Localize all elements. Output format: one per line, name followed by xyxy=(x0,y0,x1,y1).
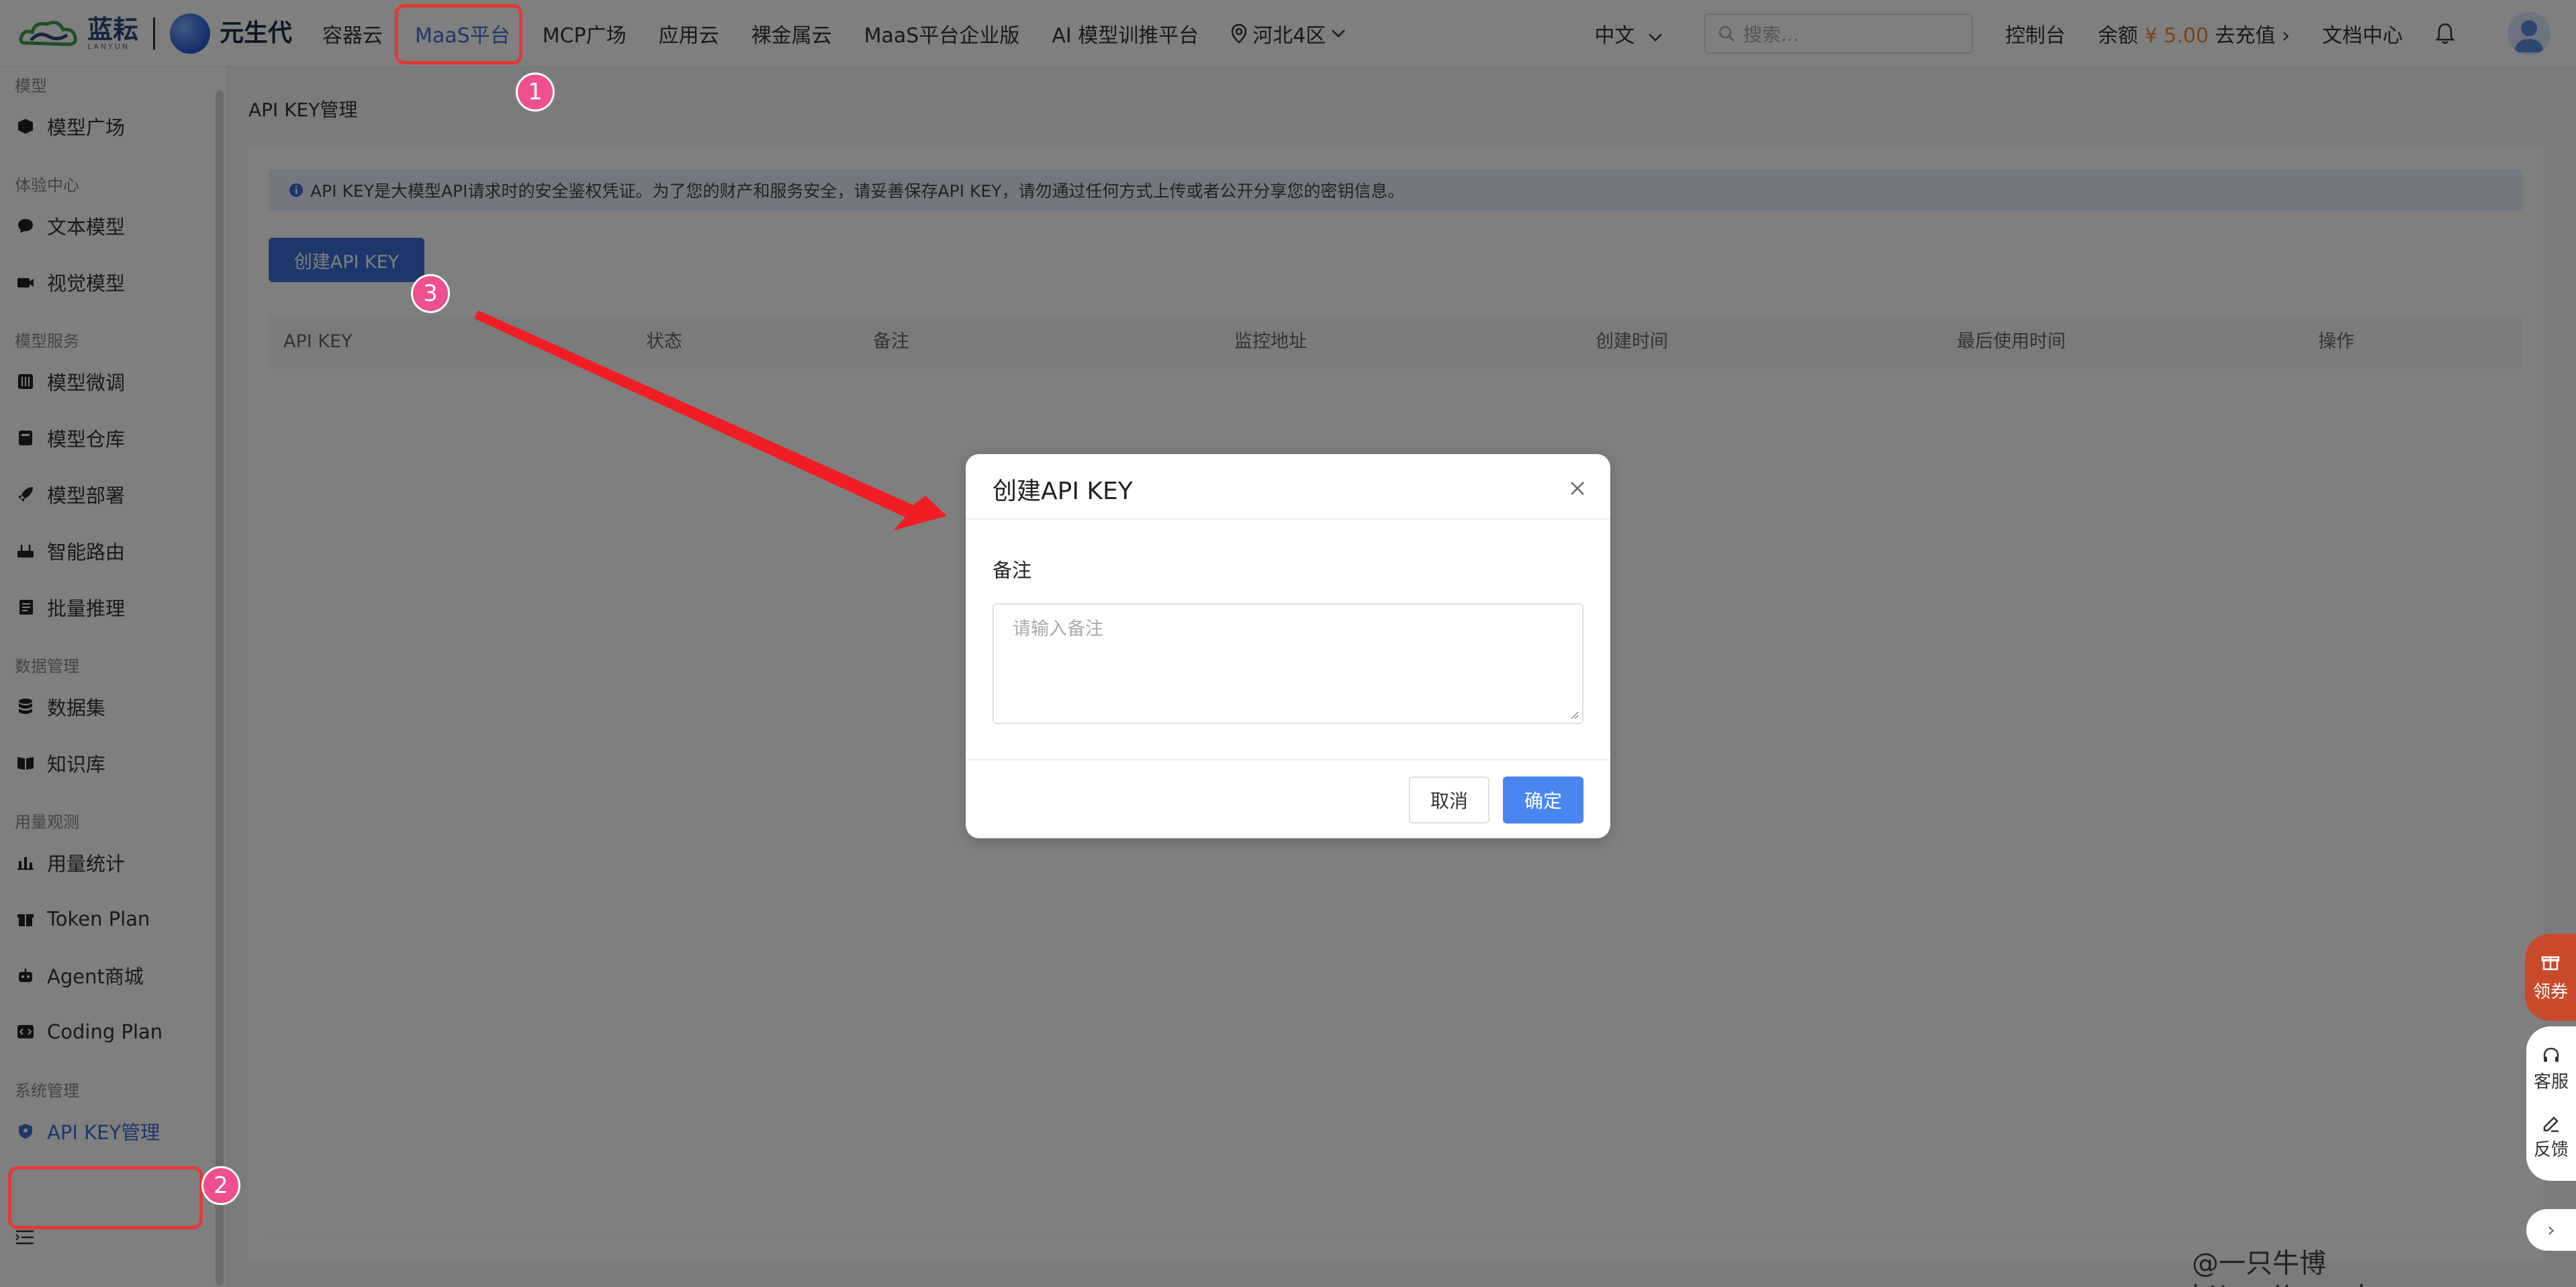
feedback-button[interactable]: 反馈 xyxy=(2534,1114,2569,1161)
step-badge-2: 2 xyxy=(201,1166,240,1205)
edit-icon xyxy=(2543,1116,2559,1133)
cancel-button[interactable]: 取消 xyxy=(1409,776,1489,824)
dialog-footer-divider xyxy=(966,759,1610,760)
highlight-box-api-key xyxy=(8,1166,203,1229)
dialog-title: 创建API KEY xyxy=(993,478,1133,505)
dialog-divider xyxy=(966,519,1610,520)
customer-service-button[interactable]: 客服 xyxy=(2534,1047,2569,1093)
highlight-box-maas xyxy=(395,4,522,64)
remark-label: 备注 xyxy=(993,559,1032,582)
remark-textarea[interactable]: 请输入备注 xyxy=(993,603,1583,724)
step-badge-3: 3 xyxy=(411,274,450,313)
resize-handle-icon[interactable] xyxy=(1569,709,1579,720)
customer-service-label: 客服 xyxy=(2533,1072,2569,1092)
create-api-key-dialog: 创建API KEY 备注 请输入备注 取消 确定 xyxy=(966,454,1610,838)
step-badge-1: 1 xyxy=(516,73,555,112)
close-icon[interactable] xyxy=(1569,478,1586,501)
confirm-button[interactable]: 确定 xyxy=(1503,776,1583,824)
feedback-label: 反馈 xyxy=(2533,1140,2569,1160)
gift-icon xyxy=(2541,956,2560,970)
coupon-button[interactable]: 领券 xyxy=(2525,934,2576,1021)
remark-placeholder: 请输入备注 xyxy=(1013,619,1103,639)
coupon-label: 领券 xyxy=(2532,981,2568,1002)
headset-icon xyxy=(2543,1047,2559,1062)
watermark: @一只牛博 https://acowbo.com xyxy=(2192,1248,2456,1287)
helper-panel: 客服 反馈 xyxy=(2526,1026,2576,1181)
